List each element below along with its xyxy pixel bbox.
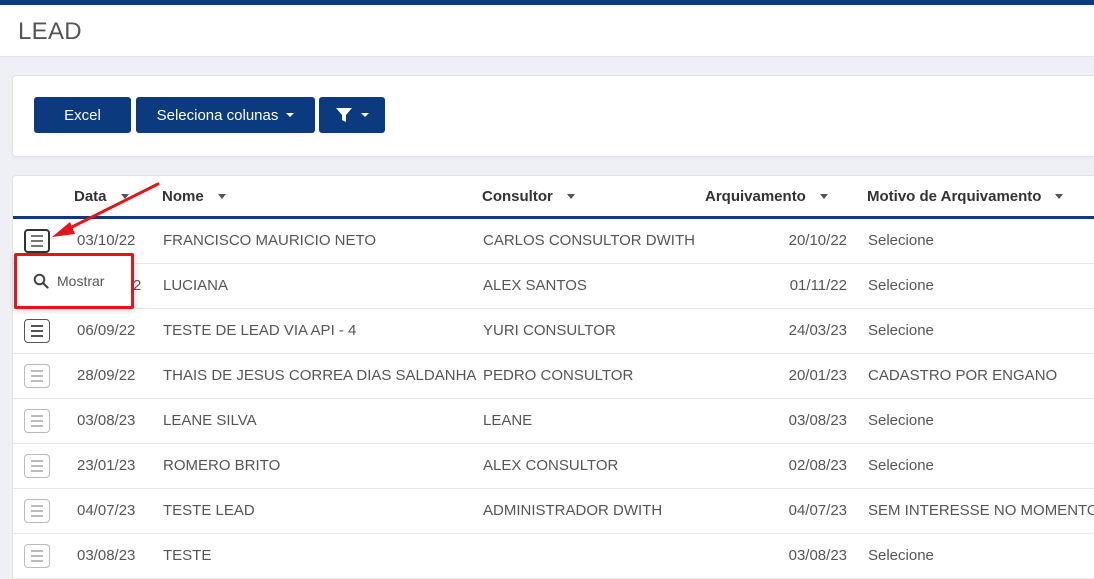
cell-consultor: YURI CONSULTOR [483,322,616,339]
cell-nome: FRANCISCO MAURICIO NETO [163,232,377,249]
cell-consultor: LEANE [483,412,533,429]
cell-data: 03/10/22 [77,232,136,249]
cell-nome: THAIS DE JESUS CORREA DIAS SALDANHA [163,367,477,384]
cell-nome: LEANE SILVA [163,412,257,429]
cell-motivo[interactable]: Selecione [868,322,934,339]
column-header-arquivamento[interactable]: Arquivamento [705,188,828,205]
cell-arquivamento: 02/08/23 [788,457,847,474]
cell-arquivamento: 03/08/23 [788,412,847,429]
column-header-label: Motivo de Arquivamento [867,188,1042,205]
show-menu-item-label: Mostrar [57,273,105,289]
cell-consultor: CARLOS CONSULTOR DWITH [483,232,695,249]
cell-consultor: PEDRO CONSULTOR [483,367,634,384]
cell-data: 03/08/23 [77,547,136,564]
cell-motivo[interactable]: Selecione [868,547,934,564]
cell-motivo[interactable]: SEM INTERESSE NO MOMENTO [868,502,1094,519]
cell-motivo[interactable]: Selecione [868,457,934,474]
row-actions-dropdown: Mostrar [14,253,134,309]
cell-data: 04/07/23 [77,502,136,519]
cell-nome: TESTE LEAD [163,502,255,519]
cell-nome: LUCIANA [163,277,229,294]
row-menu-button[interactable] [24,544,50,568]
cell-motivo[interactable]: Selecione [868,232,934,249]
cell-consultor: ADMINISTRADOR DWITH [483,502,663,519]
column-header-label: Nome [162,188,204,205]
filter-icon [336,108,352,122]
row-menu-button[interactable] [24,364,50,388]
cell-data: 2 [133,277,142,294]
cell-nome: ROMERO BRITO [163,457,281,474]
select-columns-button[interactable]: Seleciona colunas [136,97,315,133]
select-columns-label: Seleciona colunas [156,106,279,124]
caret-down-icon [361,113,369,117]
column-header-data[interactable]: Data [74,188,129,205]
cell-arquivamento: 24/03/23 [788,322,847,339]
column-header-label: Arquivamento [705,188,806,205]
search-icon [33,273,49,289]
cell-arquivamento: 01/11/22 [789,277,847,294]
cell-data: 23/01/23 [77,457,136,474]
cell-motivo[interactable]: Selecione [868,412,934,429]
table-row: 06/09/22 TESTE DE LEAD VIA API - 4 YURI … [13,309,1094,354]
page-header: LEAD [0,5,1094,57]
row-menu-button[interactable] [24,319,50,343]
excel-button-label: Excel [64,106,101,124]
cell-consultor: ALEX SANTOS [483,277,587,294]
table-row: 2 LUCIANA ALEX SANTOS 01/11/22 Selecione [13,264,1094,309]
sort-icon [566,194,575,199]
cell-arquivamento: 04/07/23 [788,502,847,519]
cell-nome: TESTE [163,547,212,564]
table-row: 03/08/23 LEANE SILVA LEANE 03/08/23 Sele… [13,399,1094,444]
cell-arquivamento: 03/08/23 [788,547,847,564]
row-menu-button[interactable] [24,409,50,433]
cell-motivo[interactable]: CADASTRO POR ENGANO [868,367,1057,384]
leads-table: Data Nome Consultor Arquivamento Motivo … [12,175,1094,579]
column-header-nome[interactable]: Nome [162,188,226,205]
excel-button[interactable]: Excel [34,97,131,133]
cell-arquivamento: 20/10/22 [788,232,847,249]
page-title: LEAD [18,18,82,45]
sort-icon [120,194,129,199]
sort-icon [819,194,828,199]
table-row: 04/07/23 TESTE LEAD ADMINISTRADOR DWITH … [13,489,1094,534]
cell-consultor: ALEX CONSULTOR [483,457,619,474]
row-menu-button[interactable] [24,454,50,478]
toolbar: Excel Seleciona colunas [12,75,1094,157]
column-header-label: Consultor [482,188,553,205]
cell-nome: TESTE DE LEAD VIA API - 4 [163,322,357,339]
cell-data: 03/08/23 [77,412,136,429]
row-menu-button[interactable] [24,229,50,253]
column-header-label: Data [74,188,107,205]
show-menu-item[interactable]: Mostrar [33,273,104,289]
caret-down-icon [286,113,295,117]
column-header-motivo[interactable]: Motivo de Arquivamento [867,188,1064,205]
sort-icon [217,194,226,199]
cell-arquivamento: 20/01/23 [788,367,847,384]
cell-data: 06/09/22 [77,322,136,339]
table-row: 23/01/23 ROMERO BRITO ALEX CONSULTOR 02/… [13,444,1094,489]
row-menu-button[interactable] [24,499,50,523]
table-header: Data Nome Consultor Arquivamento Motivo … [13,176,1094,219]
column-header-consultor[interactable]: Consultor [482,188,575,205]
sort-icon [1055,194,1064,199]
cell-data: 28/09/22 [77,367,136,384]
table-row: 28/09/22 THAIS DE JESUS CORREA DIAS SALD… [13,354,1094,399]
table-row: 03/08/23 TESTE 03/08/23 Selecione [13,534,1094,579]
filter-button[interactable] [319,97,385,133]
table-row: 03/10/22 FRANCISCO MAURICIO NETO CARLOS … [13,219,1094,264]
cell-motivo[interactable]: Selecione [868,277,934,294]
